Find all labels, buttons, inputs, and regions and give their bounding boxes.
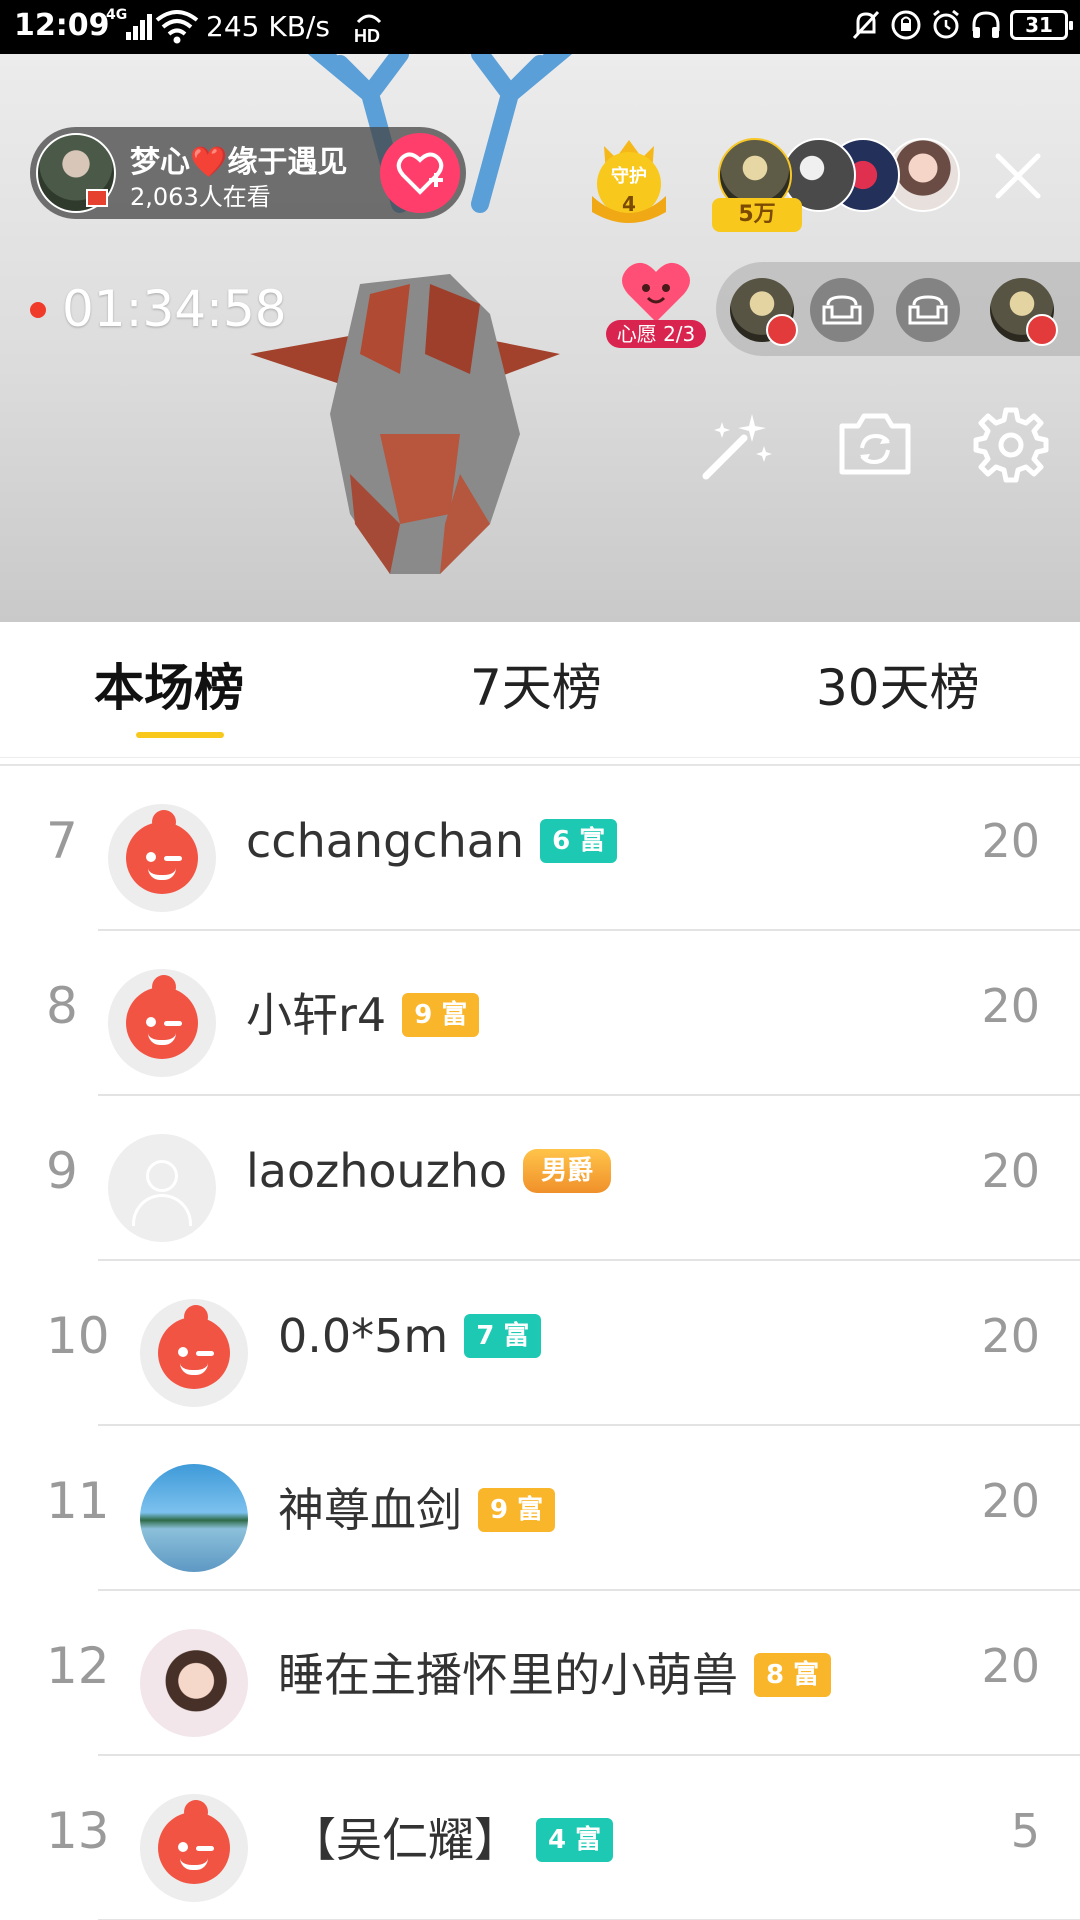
screen: 12:09 4G 245 KB/s HD 31 梦心❤️缘于遇见 2,063人在… (0, 0, 1080, 1920)
user-name: 睡在主播怀里的小萌兽 (278, 1648, 738, 1702)
wish-progress: 心愿 2/3 (606, 320, 706, 348)
guest-seats (716, 262, 1080, 356)
guest-seat-4[interactable] (990, 278, 1058, 346)
user-name-line: 神尊血剑 9 富 (278, 1474, 556, 1540)
rank-number: 7 (46, 812, 78, 870)
contribution-score: 20 (981, 1474, 1040, 1528)
user-name: 小轩r4 (246, 988, 387, 1042)
live-timer: 01:34:58 (62, 280, 287, 338)
user-name: 【吴仁耀】 (290, 1813, 520, 1867)
user-avatar[interactable] (108, 969, 216, 1077)
user-avatar-photo[interactable] (140, 1629, 248, 1737)
user-avatar[interactable] (140, 1794, 248, 1902)
wealth-badge: 4 富 (536, 1817, 614, 1862)
wealth-badge: 7 富 (464, 1313, 542, 1358)
follow-button[interactable] (380, 133, 460, 213)
ranking-row[interactable]: 7 cchangchan 6 富 20 (0, 766, 1080, 931)
network-speed: 245 KB/s (206, 10, 330, 43)
host-name: 梦心❤️缘于遇见 (130, 145, 348, 180)
tab-this-session[interactable]: 本场榜 (94, 648, 244, 720)
ranking-row[interactable]: 9 laozhouzho 男爵 20 (0, 1096, 1080, 1261)
ranking-list: 7 cchangchan 6 富 20 8 小轩r4 9 富 20 9 laozho… (0, 766, 1080, 1920)
ranking-row[interactable]: 11 神尊血剑 9 富 20 (0, 1426, 1080, 1591)
status-icons: 31 (850, 8, 1073, 42)
close-icon[interactable] (990, 148, 1046, 204)
wealth-badge: 8 富 (754, 1652, 832, 1697)
leaderboard-tabs: 本场榜 7天榜 30天榜 (0, 622, 1080, 758)
wish-widget[interactable]: 心愿 2/3 (606, 260, 706, 352)
user-name-line: 0.0*5m 7 富 (278, 1309, 542, 1363)
noble-badge: 男爵 (523, 1148, 612, 1193)
heart-face-icon (622, 262, 690, 322)
rank-number: 9 (46, 1142, 78, 1200)
ranking-row[interactable]: 10 0.0*5m 7 富 20 (0, 1261, 1080, 1426)
guard-label: 守护 (611, 166, 647, 187)
contribution-score: 5 (1010, 1804, 1040, 1858)
guard-count: 4 (622, 192, 636, 216)
heart-plus-icon (396, 152, 444, 195)
network-type: 4G (106, 7, 128, 23)
guest-seat-2[interactable] (810, 278, 874, 342)
mute-bell-icon (852, 10, 880, 40)
top-gift-value: 5万 (712, 198, 802, 232)
live-video[interactable]: 梦心❤️缘于遇见 2,063人在看 守护 4 5万 01:34:58 心愿 2/… (0, 54, 1080, 622)
rank-number: 12 (46, 1637, 110, 1695)
contribution-score: 20 (981, 1309, 1040, 1363)
rank-number: 8 (46, 977, 78, 1035)
contribution-score: 20 (981, 814, 1040, 868)
wealth-badge: 6 富 (540, 818, 618, 863)
magic-wand-icon[interactable] (698, 406, 776, 484)
camera-flip-icon[interactable] (836, 406, 914, 484)
user-name: cchangchan (246, 814, 525, 868)
contribution-score: 20 (981, 1639, 1040, 1693)
contribution-score: 20 (981, 1144, 1040, 1198)
rank-number: 10 (46, 1307, 110, 1365)
battery-indicator: 31 (1010, 10, 1073, 40)
ranking-row[interactable]: 12 睡在主播怀里的小萌兽 8 富 20 (0, 1591, 1080, 1756)
user-name: laozhouzho (246, 1144, 508, 1198)
rank-number: 11 (46, 1472, 110, 1530)
ranking-row[interactable]: 8 小轩r4 9 富 20 (0, 931, 1080, 1096)
user-avatar-photo[interactable] (140, 1464, 248, 1572)
user-avatar-placeholder[interactable] (108, 1134, 216, 1242)
active-tab-indicator (136, 732, 224, 738)
tab-7-days[interactable]: 7天榜 (470, 648, 602, 720)
user-name-line: cchangchan 6 富 (246, 814, 618, 868)
tab-30-days[interactable]: 30天榜 (816, 648, 980, 720)
hd-icon: HD (354, 14, 382, 46)
user-name-line: 小轩r4 9 富 (246, 979, 480, 1045)
guest-seat-1[interactable] (730, 278, 798, 346)
live-dot (30, 302, 46, 318)
user-avatar[interactable] (108, 804, 216, 912)
user-name-line: laozhouzho 男爵 (246, 1144, 612, 1198)
headphones-icon (972, 11, 1000, 38)
user-name: 0.0*5m (278, 1309, 449, 1363)
signal-icon (126, 14, 152, 40)
gear-icon[interactable] (972, 406, 1050, 484)
host-info-pill[interactable]: 梦心❤️缘于遇见 2,063人在看 (30, 127, 466, 219)
sofa-icon (822, 295, 862, 325)
rank-number: 13 (46, 1802, 110, 1860)
viewer-count: 2,063人在看 (130, 183, 271, 211)
guest-seat-3[interactable] (896, 278, 960, 342)
user-name-line: 【吴仁耀】 4 富 (290, 1804, 614, 1870)
sofa-icon (908, 295, 948, 325)
ranking-row[interactable]: 13 【吴仁耀】 4 富 5 (0, 1756, 1080, 1920)
guard-badge[interactable]: 守护 4 (586, 134, 672, 224)
contribution-score: 20 (981, 979, 1040, 1033)
lock-rotation-icon (891, 10, 921, 40)
alarm-icon (933, 9, 959, 39)
svg-text:HD: HD (354, 26, 380, 46)
wealth-badge: 9 富 (402, 992, 480, 1037)
user-avatar[interactable] (140, 1299, 248, 1407)
user-name: 神尊血剑 (278, 1483, 462, 1537)
wifi-icon (155, 10, 199, 44)
status-bar: 12:09 4G 245 KB/s HD 31 (0, 0, 1080, 54)
user-name-line: 睡在主播怀里的小萌兽 8 富 (278, 1639, 832, 1705)
status-time: 12:09 (14, 8, 110, 43)
wealth-badge: 9 富 (478, 1487, 556, 1532)
host-avatar[interactable] (36, 133, 116, 213)
